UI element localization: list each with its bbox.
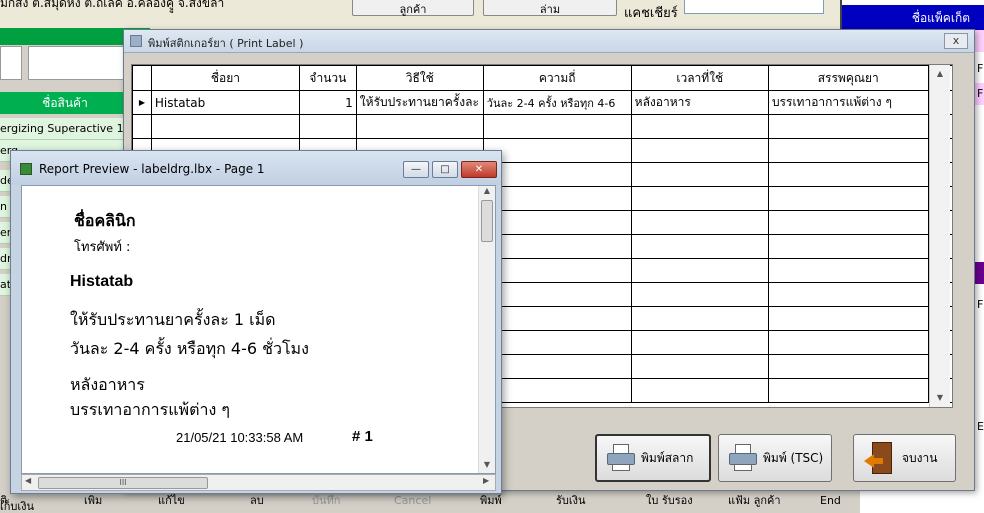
row-selector-header bbox=[132, 65, 152, 91]
cell-indication[interactable]: บรรเทาอาการแพ้ต่าง ๆ bbox=[767, 90, 929, 115]
column-header-frequency[interactable]: ความถี่ bbox=[482, 65, 632, 91]
scroll-up-icon[interactable]: ▲ bbox=[481, 186, 493, 195]
customer-button[interactable]: ลูกค้า bbox=[352, 0, 474, 16]
label-datetime: 21/05/21 10:33:58 AM bbox=[176, 430, 304, 445]
printer-icon bbox=[729, 444, 757, 472]
scroll-up-icon[interactable]: ▲ bbox=[932, 66, 948, 82]
print-label-button[interactable]: พิมพ์สลาก bbox=[595, 434, 711, 482]
print-label-title: พิมพ์สติกเกอร์ยา ( Print Label ) bbox=[148, 37, 304, 50]
package-panel-header: ชื่อแพ็คเก็ต bbox=[842, 5, 984, 31]
customer-button-label: ลูกค้า bbox=[399, 3, 427, 16]
grid-header-row: ชื่อยา จำนวน วิธีใช้ ความถี่ เวลาที่ใช้ … bbox=[132, 65, 952, 91]
toolbar-item-collect[interactable]: เก็บเงิน bbox=[0, 501, 34, 513]
label-usage: ให้รับประทานยาครั้งละ 1 เม็ด bbox=[70, 310, 276, 329]
scroll-left-icon[interactable]: ◀ bbox=[25, 476, 31, 485]
package-marker: E bbox=[977, 420, 984, 433]
scroll-down-icon[interactable]: ▼ bbox=[481, 460, 493, 469]
table-row[interactable] bbox=[132, 114, 952, 139]
print-tsc-button-label: พิมพ์ (TSC) bbox=[763, 450, 824, 465]
table-row[interactable]: ▶ Histatab 1 ให้รับประทานยาครั้งละ วันละ… bbox=[132, 90, 952, 115]
phone-label: โทรศัพท์ : bbox=[74, 240, 131, 255]
end-button[interactable]: End bbox=[820, 488, 841, 513]
report-icon bbox=[20, 163, 32, 175]
exit-door-icon bbox=[864, 442, 894, 474]
left-field[interactable] bbox=[0, 46, 22, 80]
print-tsc-button[interactable]: พิมพ์ (TSC) bbox=[718, 434, 832, 482]
cell-quantity[interactable]: 1 bbox=[298, 90, 357, 115]
product-list-header: ชื่อสินค้า bbox=[0, 92, 130, 114]
report-horizontal-scrollbar[interactable]: ◀ III ▶ bbox=[21, 474, 496, 491]
report-preview-window: Report Preview - labeldrg.lbx - Page 1 —… bbox=[10, 150, 502, 494]
label-indication: บรรเทาอาการแพ้ต่าง ๆ bbox=[70, 400, 230, 419]
minimize-icon[interactable]: — bbox=[403, 161, 429, 178]
label-drug-name: Histatab bbox=[70, 273, 134, 290]
package-marker: F bbox=[977, 87, 984, 100]
maximize-icon[interactable]: □ bbox=[432, 161, 458, 178]
staff-button[interactable]: ล่าม bbox=[483, 0, 617, 16]
customer-file-button[interactable]: แฟ้ม ลูกค้า bbox=[728, 488, 781, 513]
label-frequency: วันละ 2-4 ครั้ง หรือทุก 4-6 ชั่วโมง bbox=[70, 339, 309, 358]
package-row-selected[interactable] bbox=[975, 262, 984, 284]
clinic-name: ชื่อคลินิก bbox=[74, 211, 136, 230]
column-header-indication[interactable]: สรรพคุณยา bbox=[767, 65, 929, 91]
cell-time[interactable]: หลังอาหาร bbox=[630, 90, 769, 115]
grid-vertical-scrollbar[interactable]: ▲ ▼ bbox=[929, 65, 950, 407]
cashier-field[interactable] bbox=[684, 0, 824, 14]
customer-address-text: มักส่ง ต.สมุดหิง ต.ถเลคี อ.คลองคูู จ.สงข… bbox=[0, 0, 225, 10]
print-label-button-label: พิมพ์สลาก bbox=[641, 450, 694, 465]
scroll-down-icon[interactable]: ▼ bbox=[932, 390, 948, 406]
finish-button-label: จบงาน bbox=[902, 450, 938, 465]
cell-usage[interactable]: ให้รับประทานยาครั้งละ bbox=[355, 90, 484, 115]
label-number: # 1 bbox=[352, 428, 373, 445]
scroll-right-icon[interactable]: ▶ bbox=[483, 476, 489, 485]
scroll-thumb[interactable] bbox=[481, 200, 493, 242]
column-header-drug-name[interactable]: ชื่อยา bbox=[150, 65, 300, 91]
cell-frequency[interactable]: วันละ 2-4 ครั้ง หรือทุก 4-6 bbox=[482, 90, 632, 115]
staff-button-label: ล่าม bbox=[539, 3, 561, 16]
label-time: หลังอาหาร bbox=[70, 375, 145, 394]
cell-drug-name[interactable]: Histatab bbox=[150, 90, 300, 115]
report-preview-titlebar[interactable]: Report Preview - labeldrg.lbx - Page 1 —… bbox=[11, 151, 501, 185]
column-header-quantity[interactable]: จำนวน bbox=[298, 65, 357, 91]
package-row[interactable] bbox=[975, 30, 984, 52]
report-page: ชื่อคลินิก โทรศัพท์ : Histatab ให้รับประ… bbox=[21, 185, 496, 474]
scroll-thumb[interactable]: III bbox=[38, 477, 208, 489]
certificate-button[interactable]: ใบ รับรอง bbox=[646, 488, 693, 513]
report-vertical-scrollbar[interactable]: ▲ ▼ bbox=[478, 186, 495, 473]
column-header-usage[interactable]: วิธีใช้ bbox=[355, 65, 484, 91]
close-icon[interactable]: x bbox=[944, 33, 968, 49]
column-header-time[interactable]: เวลาที่ใช้ bbox=[630, 65, 769, 91]
window-icon bbox=[130, 35, 142, 47]
package-marker: F bbox=[977, 298, 984, 311]
print-label-titlebar[interactable]: พิมพ์สติกเกอร์ยา ( Print Label ) x bbox=[124, 30, 974, 53]
product-list-item[interactable]: ergizing Superactive 10 bbox=[0, 118, 130, 140]
left-field[interactable] bbox=[28, 46, 128, 80]
printer-icon bbox=[607, 444, 635, 472]
cashier-label: แคชเชียร์ bbox=[624, 6, 678, 21]
row-pointer-icon: ▶ bbox=[132, 90, 152, 115]
close-icon[interactable]: ✕ bbox=[461, 161, 497, 178]
finish-button[interactable]: จบงาน bbox=[853, 434, 956, 482]
package-marker: F bbox=[977, 62, 984, 75]
report-preview-title: Report Preview - labeldrg.lbx - Page 1 bbox=[39, 162, 265, 176]
app-top-bar: มักส่ง ต.สมุดหิง ต.ถเลคี อ.คลองคูู จ.สงข… bbox=[0, 0, 984, 30]
receive-payment-button[interactable]: รับเงิน bbox=[556, 488, 586, 513]
